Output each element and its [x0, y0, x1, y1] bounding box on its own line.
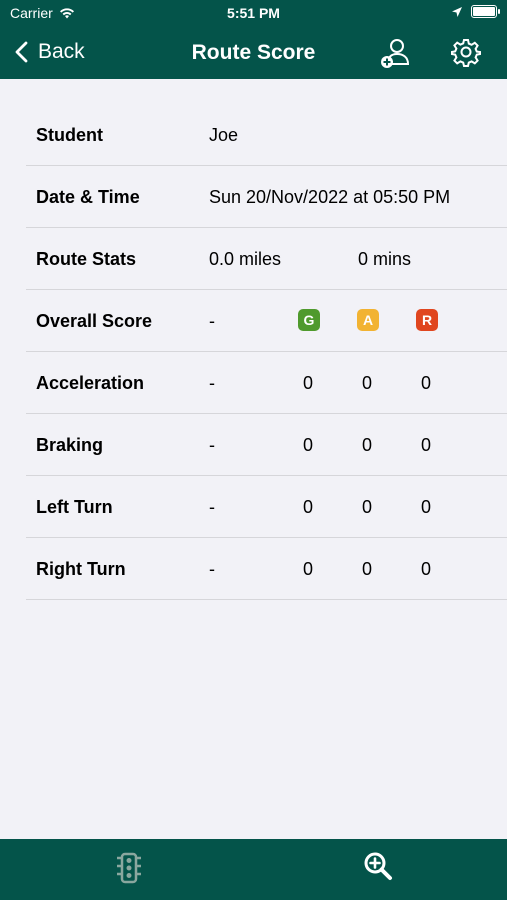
green-count: 0	[302, 497, 313, 517]
score-row-label: Right Turn	[36, 559, 126, 579]
braking-row: Braking - 0 0 0	[26, 414, 507, 476]
red-count: 0	[420, 497, 431, 517]
amber-count: 0	[361, 497, 372, 517]
green-count: 0	[302, 373, 313, 393]
score-row-value: -	[209, 559, 215, 579]
score-table: Student Joe Date & Time Sun 20/Nov/2022 …	[0, 104, 507, 600]
route-duration: 0 mins	[358, 249, 412, 269]
overall-score-value: -	[209, 311, 215, 331]
right-turn-row: Right Turn - 0 0 0	[26, 538, 507, 600]
battery-icon	[471, 5, 500, 18]
date-time-label: Date & Time	[36, 187, 140, 207]
red-count: 0	[420, 373, 431, 393]
overall-score-label: Overall Score	[36, 311, 153, 331]
page-title: Route Score	[191, 41, 316, 64]
score-row-label: Acceleration	[36, 373, 145, 393]
score-row-label: Braking	[36, 435, 104, 455]
green-badge: G	[298, 309, 320, 331]
left-turn-row: Left Turn - 0 0 0	[26, 476, 507, 538]
student-value: Joe	[209, 125, 239, 145]
add-user-icon[interactable]	[379, 37, 411, 69]
student-label: Student	[36, 125, 103, 145]
amber-count: 0	[361, 435, 372, 455]
route-score-content: Student Joe Date & Time Sun 20/Nov/2022 …	[0, 79, 507, 600]
route-stats-row: Route Stats 0.0 miles 0 mins	[26, 228, 507, 290]
tab-bar	[0, 839, 507, 900]
date-time-value: Sun 20/Nov/2022 at 05:50 PM	[209, 187, 451, 207]
date-time-row: Date & Time Sun 20/Nov/2022 at 05:50 PM	[26, 166, 507, 228]
score-row-value: -	[209, 373, 215, 393]
red-count: 0	[420, 435, 431, 455]
route-distance: 0.0 miles	[209, 249, 282, 269]
score-row-label: Left Turn	[36, 497, 113, 517]
green-count: 0	[302, 435, 313, 455]
location-arrow-icon	[452, 6, 462, 17]
red-badge: R	[416, 309, 438, 331]
student-row: Student Joe	[26, 104, 507, 166]
status-time: 5:51 PM	[227, 5, 280, 21]
score-row-value: -	[209, 497, 215, 517]
red-count: 0	[420, 559, 431, 579]
green-count: 0	[302, 559, 313, 579]
amber-count: 0	[361, 559, 372, 579]
navigation-bar: Back Route Score	[0, 28, 507, 79]
overall-score-row: Overall Score - G A R	[26, 290, 507, 352]
amber-badge: A	[357, 309, 379, 331]
acceleration-row: Acceleration - 0 0 0	[26, 352, 507, 414]
gear-icon[interactable]	[451, 37, 481, 67]
status-right	[451, 5, 500, 18]
zoom-in-icon[interactable]	[363, 851, 393, 883]
score-row-value: -	[209, 435, 215, 455]
amber-count: 0	[361, 373, 372, 393]
top-bar: Carrier 5:51 PM Back Route Score	[0, 0, 507, 79]
traffic-light-icon[interactable]	[116, 851, 142, 885]
status-bar: Carrier 5:51 PM	[0, 0, 507, 28]
route-stats-label: Route Stats	[36, 249, 137, 269]
